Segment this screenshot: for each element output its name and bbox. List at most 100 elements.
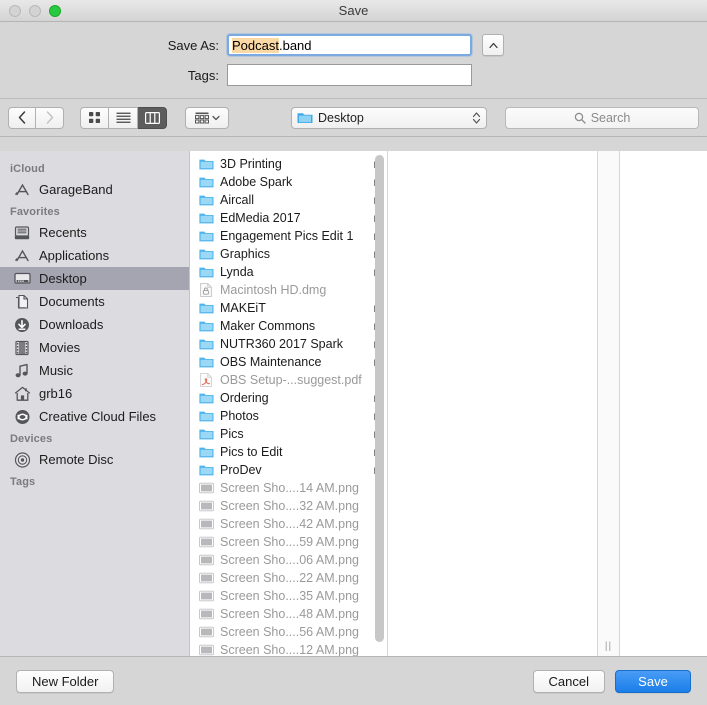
- file-list-row[interactable]: Graphics▶: [190, 245, 387, 263]
- icon-view-button[interactable]: [80, 106, 109, 129]
- sidebar-item-documents[interactable]: Documents: [0, 290, 189, 313]
- file-list-row[interactable]: 3D Printing▶: [190, 155, 387, 173]
- tags-input[interactable]: [227, 64, 472, 86]
- back-button[interactable]: [8, 106, 36, 129]
- app-store-icon: [14, 183, 29, 195]
- file-list-scrollbar[interactable]: [375, 151, 384, 656]
- window-titlebar: Save: [0, 0, 707, 22]
- search-icon: [574, 112, 586, 124]
- file-list-row[interactable]: Screen Sho....35 AM.png: [190, 587, 387, 605]
- file-list-row[interactable]: Screen Sho....42 AM.png: [190, 515, 387, 533]
- resize-grip-icon[interactable]: ||: [605, 641, 612, 652]
- file-list-row[interactable]: Screen Sho....06 AM.png: [190, 551, 387, 569]
- chevron-right-icon: [46, 111, 53, 124]
- sidebar-section-header: Favorites: [10, 206, 60, 218]
- file-name: Lynda: [220, 265, 254, 279]
- forward-button[interactable]: [36, 106, 64, 129]
- file-list: 3D Printing▶Adobe Spark▶Aircall▶EdMedia …: [190, 151, 387, 656]
- file-name: Screen Sho....42 AM.png: [220, 517, 359, 531]
- image-thumbnail-icon: [198, 572, 214, 584]
- file-name: Screen Sho....32 AM.png: [220, 499, 359, 513]
- file-name: Photos: [220, 409, 259, 423]
- sidebar-item-movies[interactable]: Movies: [0, 336, 189, 359]
- file-name: EdMedia 2017: [220, 211, 301, 225]
- movies-film-icon: [15, 340, 29, 355]
- sidebar-item-label: Recents: [39, 225, 87, 240]
- file-list-row[interactable]: Maker Commons▶: [190, 317, 387, 335]
- sidebar-item-creative-cloud-files[interactable]: Creative Cloud Files: [0, 405, 189, 428]
- file-list-row[interactable]: Screen Sho....48 AM.png: [190, 605, 387, 623]
- file-name: Screen Sho....22 AM.png: [220, 571, 359, 585]
- sidebar-item-desktop[interactable]: Desktop: [0, 267, 189, 290]
- folder-icon: [198, 429, 213, 440]
- file-name: Aircall: [220, 193, 255, 207]
- file-list-row[interactable]: OBS Maintenance▶: [190, 353, 387, 371]
- footer-actions: Cancel Save: [532, 669, 691, 693]
- folder-icon: [198, 231, 213, 242]
- list-view-button[interactable]: [109, 106, 138, 129]
- file-name: Maker Commons: [220, 319, 316, 333]
- new-folder-button[interactable]: New Folder: [16, 669, 115, 693]
- path-popup-label: Desktop: [318, 110, 364, 125]
- search-input[interactable]: Search: [505, 106, 699, 129]
- file-list-row[interactable]: Ordering▶: [190, 389, 387, 407]
- file-name: Ordering: [220, 391, 269, 405]
- file-list-row[interactable]: Aircall▶: [190, 191, 387, 209]
- sidebar-item-applications[interactable]: Applications: [0, 244, 189, 267]
- image-thumbnail-icon: [198, 518, 214, 530]
- folder-icon: [198, 339, 213, 350]
- folder-icon: [198, 411, 213, 422]
- file-browser: iCloud GarageBand Favorites Recents Applicat…: [0, 151, 707, 657]
- folder-icon: [198, 465, 213, 476]
- file-name: Screen Sho....12 AM.png: [220, 643, 359, 656]
- sidebar-item-downloads[interactable]: Downloads: [0, 313, 189, 336]
- save-button[interactable]: Save: [615, 669, 691, 693]
- updown-arrows-icon: [472, 111, 481, 124]
- file-list-row[interactable]: EdMedia 2017▶: [190, 209, 387, 227]
- tags-row: Tags:: [0, 64, 707, 86]
- file-list-row[interactable]: Engagement Pics Edit 1▶: [190, 227, 387, 245]
- file-list-row[interactable]: ProDev▶: [190, 461, 387, 479]
- sidebar-item-music[interactable]: Music: [0, 359, 189, 382]
- sidebar-item-label: grb16: [39, 386, 73, 401]
- folder-icon: [198, 213, 213, 224]
- save-as-extension-text: .band: [278, 37, 312, 53]
- file-name: MAKEiT: [220, 301, 266, 315]
- file-list-row[interactable]: NUTR360 2017 Spark▶: [190, 335, 387, 353]
- file-list-row[interactable]: Pics to Edit▶: [190, 443, 387, 461]
- disk-image-file-icon: [200, 283, 212, 297]
- cancel-button[interactable]: Cancel: [532, 669, 605, 693]
- file-name: Macintosh HD.dmg: [220, 283, 327, 297]
- file-list-row[interactable]: Photos▶: [190, 407, 387, 425]
- file-list-row[interactable]: Adobe Spark▶: [190, 173, 387, 191]
- file-list-row[interactable]: Screen Sho....32 AM.png: [190, 497, 387, 515]
- sidebar-item-label: GarageBand: [39, 182, 113, 197]
- save-as-input[interactable]: Podcast .band: [227, 34, 472, 56]
- downloads-icon: [15, 317, 29, 332]
- file-list-row[interactable]: Screen Sho....59 AM.png: [190, 533, 387, 551]
- sidebar-item-grb16[interactable]: grb16: [0, 382, 189, 405]
- file-list-row[interactable]: Screen Sho....12 AM.png: [190, 641, 387, 656]
- column-view-button[interactable]: [138, 106, 167, 129]
- group-by-button[interactable]: [185, 106, 229, 129]
- recents-clock-icon: [14, 225, 30, 239]
- file-name: Pics to Edit: [220, 445, 283, 459]
- file-list-row[interactable]: MAKEiT▶: [190, 299, 387, 317]
- file-name: OBS Maintenance: [220, 355, 322, 369]
- file-list-row[interactable]: Screen Sho....22 AM.png: [190, 569, 387, 587]
- file-list-row[interactable]: Macintosh HD.dmg: [190, 281, 387, 299]
- scrollbar-thumb[interactable]: [375, 155, 384, 642]
- sidebar-item-remote-disc[interactable]: Remote Disc: [0, 448, 189, 471]
- file-list-row[interactable]: Lynda▶: [190, 263, 387, 281]
- sidebar-item-garageband[interactable]: GarageBand: [0, 178, 189, 201]
- file-name: Screen Sho....48 AM.png: [220, 607, 359, 621]
- file-list-row[interactable]: OBS Setup-...suggest.pdf: [190, 371, 387, 389]
- file-list-row[interactable]: Screen Sho....14 AM.png: [190, 479, 387, 497]
- columns-icon: [144, 111, 160, 124]
- file-list-row[interactable]: Screen Sho....56 AM.png: [190, 623, 387, 641]
- file-list-row[interactable]: Pics▶: [190, 425, 387, 443]
- expand-dialog-button[interactable]: [482, 34, 504, 56]
- sidebar-item-recents[interactable]: Recents: [0, 221, 189, 244]
- file-name: Screen Sho....14 AM.png: [220, 481, 359, 495]
- path-popup-button[interactable]: Desktop: [291, 106, 487, 129]
